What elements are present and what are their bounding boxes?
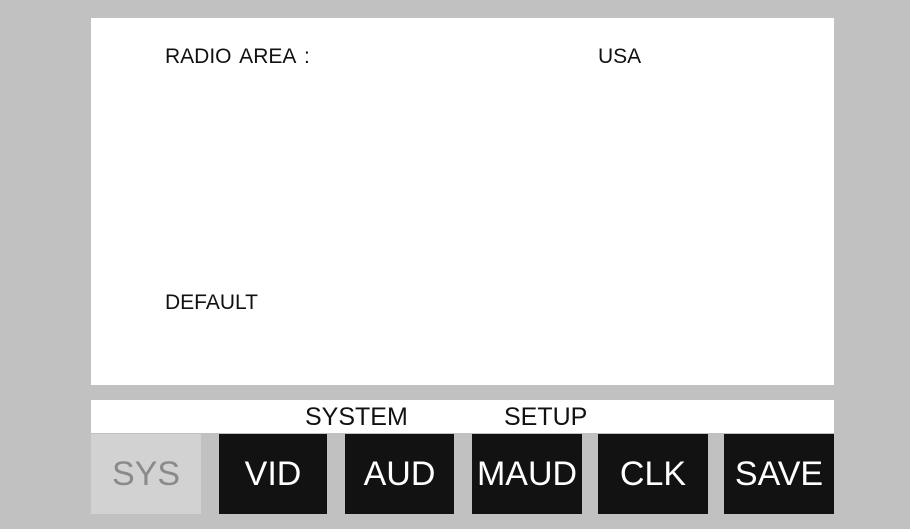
tab-sys[interactable]: SYS	[91, 434, 201, 514]
tab-save[interactable]: SAVE	[724, 434, 834, 514]
menu-title-setup: SETUP	[504, 403, 588, 431]
tab-maud[interactable]: MAUD	[472, 434, 582, 514]
tab-aud[interactable]: AUD	[345, 434, 454, 514]
radio-area-label: RADIO AREA :	[165, 45, 310, 68]
default-option[interactable]: DEFAULT	[165, 292, 258, 313]
menu-title-bar: SYSTEM SETUP	[91, 400, 834, 433]
tab-clk[interactable]: CLK	[598, 434, 708, 514]
menu-title-system: SYSTEM	[305, 403, 408, 431]
radio-area-value[interactable]: USA	[598, 46, 641, 67]
tab-vid[interactable]: VID	[219, 434, 327, 514]
setup-screen-panel: RADIO AREA : USA DEFAULT	[91, 18, 834, 385]
